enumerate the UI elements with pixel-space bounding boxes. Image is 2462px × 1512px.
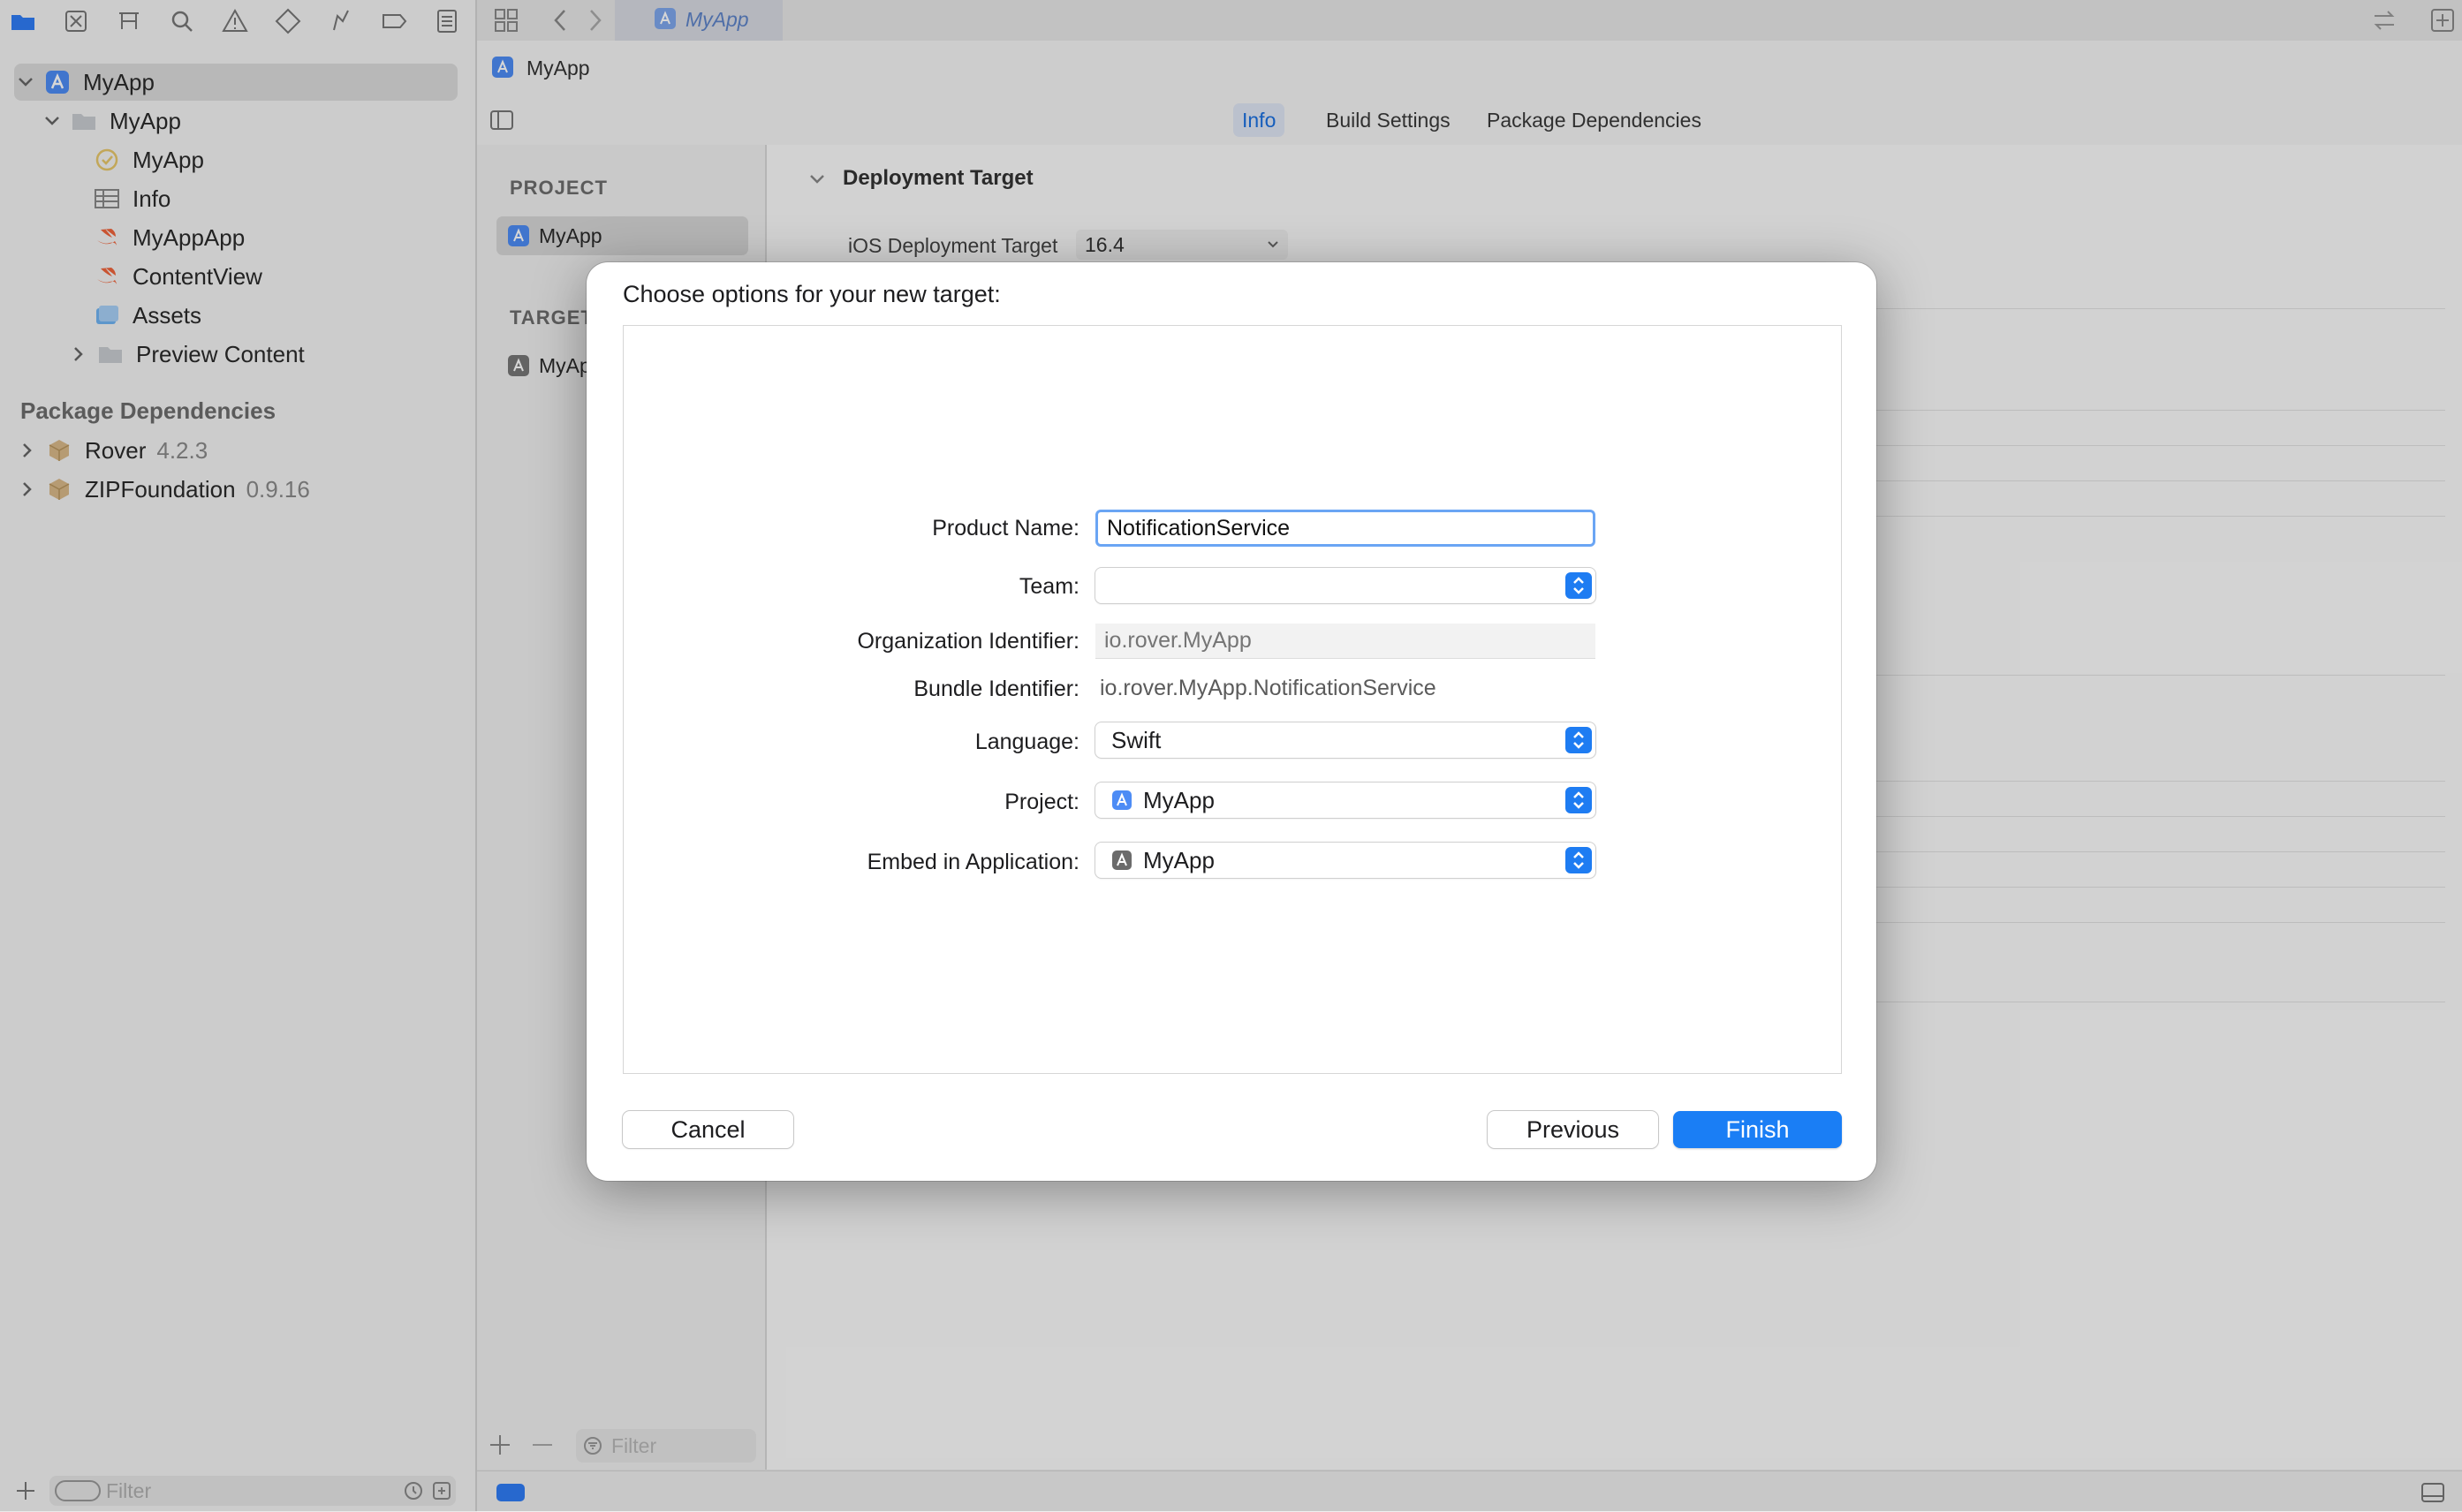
- project-label: Project:: [1004, 790, 1079, 814]
- embed-value: MyApp: [1143, 846, 1215, 873]
- team-popup[interactable]: [1095, 568, 1595, 603]
- product-name-input[interactable]: [1095, 510, 1595, 547]
- project-value: MyApp: [1143, 786, 1215, 813]
- popup-stepper-icon: [1565, 572, 1592, 599]
- sheet-title: Choose options for your new target:: [623, 281, 1001, 307]
- embed-label: Embed in Application:: [867, 850, 1079, 874]
- bundle-identifier-label: Bundle Identifier:: [913, 677, 1079, 701]
- cancel-button[interactable]: Cancel: [623, 1111, 793, 1148]
- language-label: Language:: [974, 730, 1079, 754]
- finish-button[interactable]: Finish: [1673, 1111, 1842, 1148]
- product-name-label: Product Name:: [932, 516, 1079, 541]
- org-identifier-label: Organization Identifier:: [857, 629, 1079, 654]
- team-label: Team:: [1019, 574, 1079, 599]
- xcode-project-icon: [1111, 790, 1133, 811]
- project-popup[interactable]: MyApp: [1095, 782, 1595, 818]
- language-value: Swift: [1111, 726, 1162, 753]
- previous-button[interactable]: Previous: [1488, 1111, 1658, 1148]
- language-popup[interactable]: Swift: [1095, 722, 1595, 758]
- bundle-identifier-value: io.rover.MyApp.NotificationService: [1100, 676, 1436, 700]
- popup-stepper-icon: [1565, 727, 1592, 753]
- popup-stepper-icon: [1565, 847, 1592, 873]
- org-identifier-input[interactable]: [1095, 624, 1595, 659]
- embed-popup[interactable]: MyApp: [1095, 843, 1595, 878]
- popup-stepper-icon: [1565, 787, 1592, 813]
- app-target-icon: [1111, 850, 1133, 871]
